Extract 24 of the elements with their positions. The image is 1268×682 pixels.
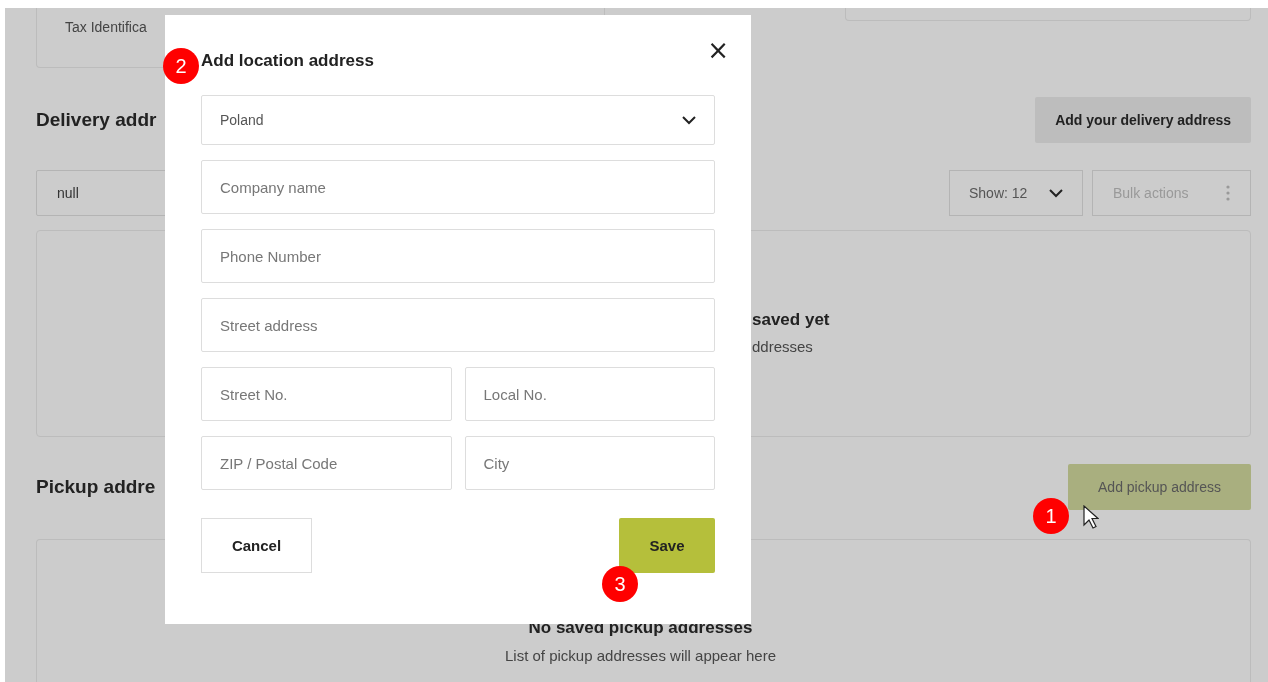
- save-button[interactable]: Save: [619, 518, 715, 573]
- text-field[interactable]: City: [464, 436, 715, 490]
- chevron-down-icon: [1049, 188, 1063, 198]
- section-title: Delivery addr: [36, 109, 157, 131]
- section-title: Pickup addre: [36, 476, 156, 498]
- empty-state-text: ddresses: [752, 338, 813, 355]
- text-field[interactable]: Phone Number: [201, 229, 715, 283]
- cancel-button[interactable]: Cancel: [201, 518, 312, 573]
- show-count-dropdown[interactable]: Show: 12: [949, 170, 1083, 216]
- modal-title: Add location address: [201, 51, 375, 71]
- close-button[interactable]: ×: [707, 37, 729, 63]
- text-field[interactable]: ZIP / Postal Code: [201, 436, 452, 490]
- text-field[interactable]: Street address: [201, 298, 715, 352]
- more-vertical-icon: [1226, 185, 1230, 201]
- empty-state-title: saved yet: [752, 310, 830, 330]
- cursor-icon: [1083, 505, 1099, 529]
- add-delivery-address-button[interactable]: Add your delivery address: [1035, 97, 1251, 143]
- text-field[interactable]: Local No.: [464, 367, 715, 421]
- tax-id-text: Tax Identifica: [65, 19, 147, 35]
- country-select[interactable]: Poland: [201, 95, 715, 145]
- empty-state-text: List of pickup addresses will appear here: [505, 647, 776, 664]
- text-field[interactable]: Company name: [201, 160, 715, 214]
- chevron-down-icon: [682, 115, 696, 125]
- text-field[interactable]: Street No.: [201, 367, 452, 421]
